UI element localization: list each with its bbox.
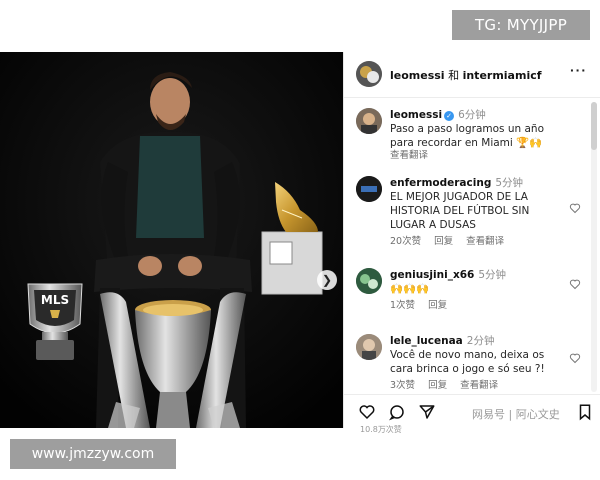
heart-icon[interactable] bbox=[569, 352, 581, 364]
comment-time: 2分钟 bbox=[466, 335, 495, 347]
comment-username[interactable]: geniusjini_x66 bbox=[390, 269, 474, 281]
comment-meta: 3次赞 回复 查看翻译 bbox=[390, 380, 562, 392]
comment-text: EL MEJOR JUGADOR DE LA HISTORIA DEL FÚTB… bbox=[390, 191, 530, 231]
coauthor-username[interactable]: intermiamicf bbox=[463, 69, 542, 82]
comment-meta: 1次赞 回复 bbox=[390, 300, 562, 312]
comment-text: Paso a paso logramos un año para recorda… bbox=[390, 123, 545, 149]
heart-icon[interactable] bbox=[569, 202, 581, 214]
comment-scrollbar[interactable] bbox=[591, 102, 597, 392]
heart-icon[interactable] bbox=[569, 278, 581, 290]
post-actions: 网易号 | 阿心文史 bbox=[344, 394, 600, 428]
like-count[interactable]: 1次赞 bbox=[390, 300, 415, 311]
comment-username[interactable]: leomessi bbox=[390, 109, 442, 121]
see-translation-link[interactable]: 查看翻译 bbox=[466, 236, 504, 247]
avatar[interactable] bbox=[356, 334, 382, 360]
profile-avatar-icon bbox=[356, 334, 382, 360]
next-image-button[interactable]: ❯ bbox=[317, 270, 337, 290]
watermark-tg: TG: MYYJJPP bbox=[452, 10, 590, 40]
site-watermark: 网易号 | 阿心文史 bbox=[472, 408, 560, 421]
verified-badge-icon: ✓ bbox=[444, 111, 455, 121]
comment-body: enfermoderacing 5分钟 EL MEJOR JUGADOR DE L… bbox=[390, 176, 562, 248]
avatar[interactable] bbox=[356, 108, 382, 134]
reply-link[interactable]: 回复 bbox=[434, 236, 453, 247]
comment-time: 5分钟 bbox=[478, 269, 507, 281]
comment-list: leomessi ✓ 6分钟 Paso a paso logramos un año… bbox=[344, 98, 589, 394]
author-username[interactable]: leomessi bbox=[390, 69, 445, 82]
post-header: leomessi 和 intermiamicf ··· bbox=[344, 52, 600, 98]
avatar[interactable] bbox=[356, 268, 382, 294]
list-item: geniusjini_x66 5分钟 🙌🙌🙌 1次赞 回复 bbox=[344, 268, 589, 318]
avatar[interactable] bbox=[356, 176, 382, 202]
author-joiner: 和 bbox=[448, 69, 460, 82]
reply-link[interactable]: 回复 bbox=[428, 380, 447, 391]
more-horizontal-icon[interactable]: ··· bbox=[570, 62, 587, 78]
comment-time: 5分钟 bbox=[495, 177, 524, 189]
profile-avatar-icon bbox=[356, 108, 382, 134]
mls-badge-text: MLS bbox=[41, 293, 69, 307]
post-authors: leomessi 和 intermiamicf bbox=[390, 67, 542, 83]
avatar[interactable] bbox=[356, 61, 382, 87]
scrollbar-thumb[interactable] bbox=[591, 102, 597, 150]
list-item: leomessi ✓ 6分钟 Paso a paso logramos un año… bbox=[344, 108, 589, 166]
heart-icon[interactable] bbox=[358, 403, 376, 421]
messi-trophies-image: MLS bbox=[0, 52, 343, 428]
comment-body: geniusjini_x66 5分钟 🙌🙌🙌 1次赞 回复 bbox=[390, 268, 562, 312]
like-count[interactable]: 3次赞 bbox=[390, 380, 415, 391]
post-side-panel: leomessi 和 intermiamicf ··· leomessi ✓ 6… bbox=[343, 52, 600, 428]
list-item: lele_lucenaa 2分钟 Você de novo mano, deixa… bbox=[344, 334, 589, 394]
see-translation-link[interactable]: 查看翻译 bbox=[390, 150, 428, 161]
reply-link[interactable]: 回复 bbox=[428, 300, 447, 311]
comment-body: leomessi ✓ 6分钟 Paso a paso logramos un año… bbox=[390, 108, 562, 162]
comment-icon[interactable] bbox=[388, 403, 406, 421]
post-photo[interactable]: MLS ❯ bbox=[0, 52, 343, 428]
profile-avatar-icon bbox=[356, 268, 382, 294]
likes-count-partial: 10.8万次赞 bbox=[360, 425, 402, 434]
watermark-url: www.jmzzyw.com bbox=[10, 439, 176, 469]
comment-username[interactable]: enfermoderacing bbox=[390, 177, 491, 189]
comment-body: lele_lucenaa 2分钟 Você de novo mano, deixa… bbox=[390, 334, 562, 392]
send-icon[interactable] bbox=[418, 403, 436, 421]
comment-meta: 查看翻译 bbox=[390, 150, 562, 162]
see-translation-link[interactable]: 查看翻译 bbox=[460, 380, 498, 391]
chevron-right-icon: ❯ bbox=[321, 273, 333, 287]
list-item: enfermoderacing 5分钟 EL MEJOR JUGADOR DE L… bbox=[344, 176, 589, 254]
comment-text: Você de novo mano, deixa os cara brinca … bbox=[390, 349, 545, 375]
comment-text: 🙌🙌🙌 bbox=[390, 283, 430, 295]
profile-avatar-icon bbox=[356, 61, 382, 87]
comment-time: 6分钟 bbox=[458, 109, 486, 121]
comment-meta: 20次赞 回复 查看翻译 bbox=[390, 236, 562, 248]
instagram-post: MLS ❯ leomessi 和 intermiamicf ··· leomes… bbox=[0, 52, 600, 428]
like-count[interactable]: 20次赞 bbox=[390, 236, 421, 247]
comment-username[interactable]: lele_lucenaa bbox=[390, 335, 463, 347]
bookmark-icon[interactable] bbox=[576, 403, 594, 421]
profile-avatar-icon bbox=[356, 176, 382, 202]
